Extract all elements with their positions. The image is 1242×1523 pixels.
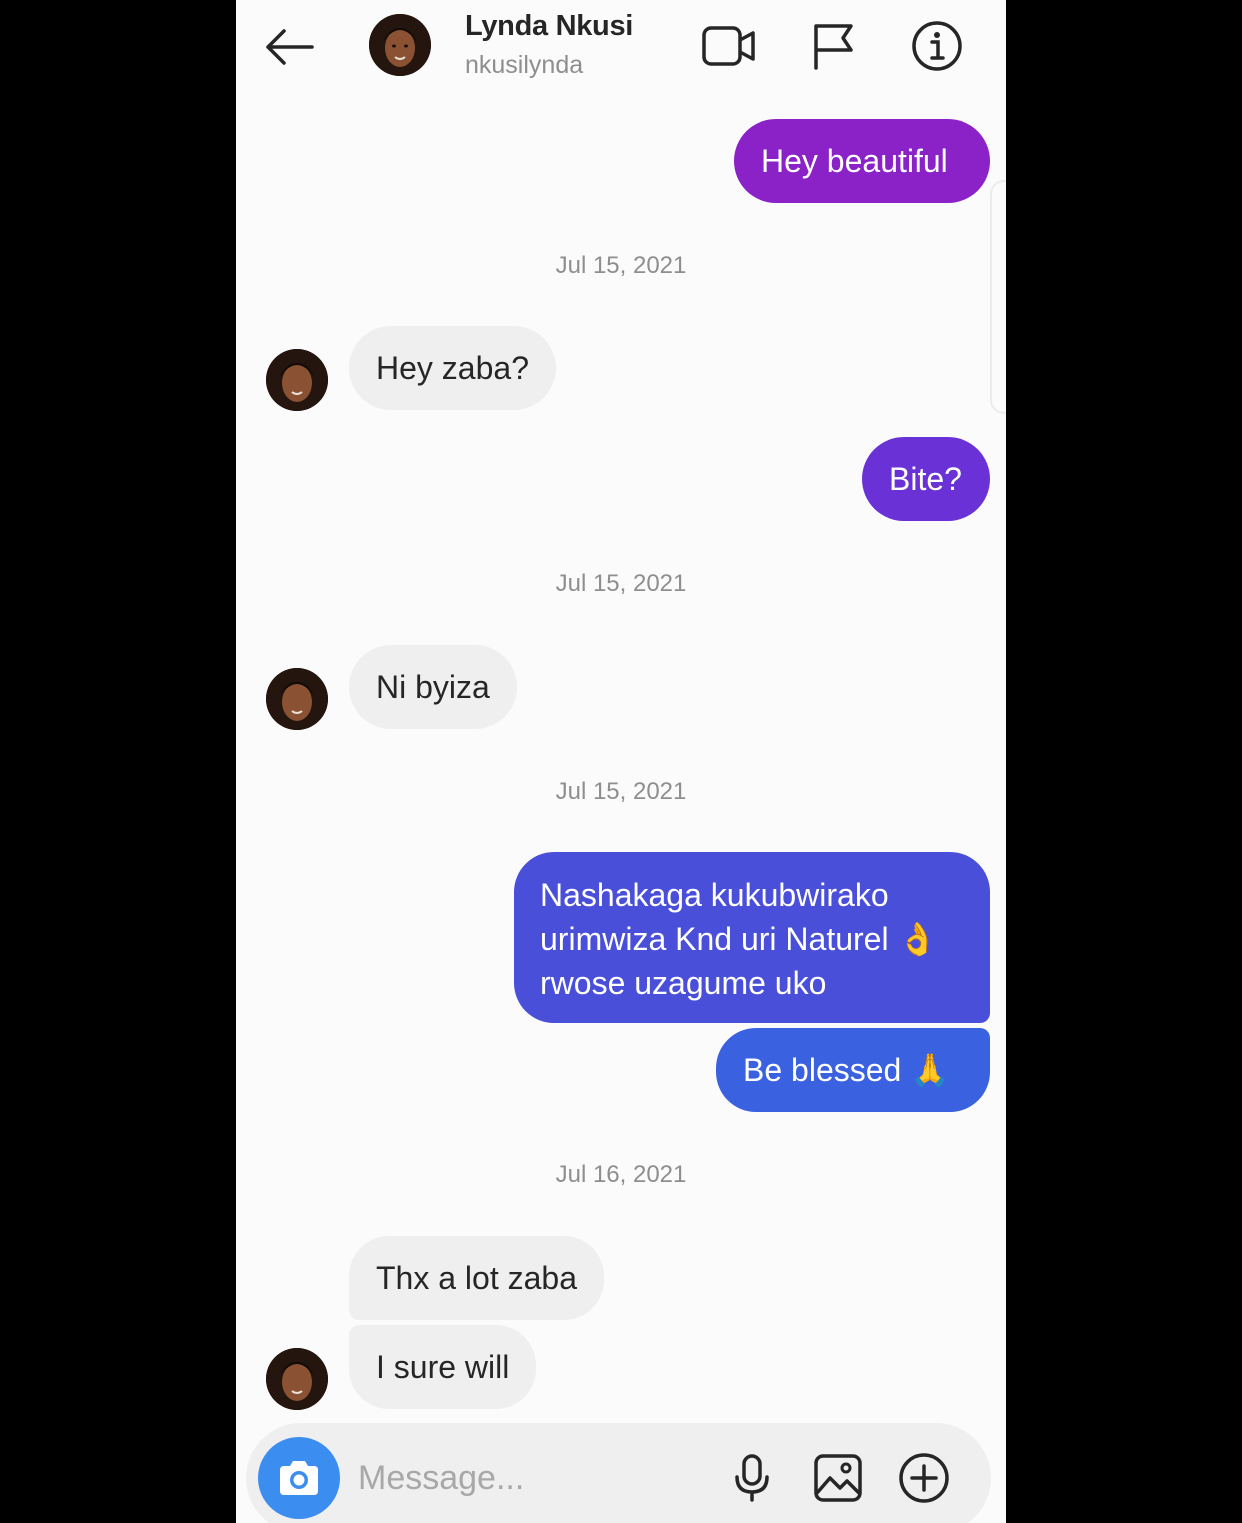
camera-icon [280, 1461, 318, 1495]
contact-name[interactable]: Lynda Nkusi [465, 10, 633, 43]
message-line: rwose uzagume uko [540, 965, 827, 1001]
contact-avatar[interactable] [369, 14, 431, 76]
sender-avatar[interactable] [266, 668, 328, 730]
timestamp: Jul 15, 2021 [555, 252, 687, 279]
chat-header: Lynda Nkusi nkusilynda [236, 0, 1006, 95]
flag-icon [814, 24, 853, 70]
sender-avatar[interactable] [266, 349, 328, 411]
gallery-button[interactable] [810, 1450, 866, 1506]
timestamp: Jul 16, 2021 [555, 1161, 687, 1188]
outgoing-message[interactable]: Be blessed 🙏 [716, 1028, 990, 1112]
timestamp: Jul 15, 2021 [555, 570, 687, 597]
incoming-message[interactable]: Ni byiza [349, 645, 517, 729]
gallery-icon [814, 1454, 862, 1502]
message-line: Nashakaga kukubwirako [540, 877, 889, 913]
incoming-message[interactable]: Thx a lot zaba [349, 1236, 604, 1320]
timestamp: Jul 15, 2021 [555, 778, 687, 805]
info-icon [912, 21, 962, 71]
video-call-button[interactable] [700, 18, 758, 74]
plus-circle-icon [899, 1453, 949, 1503]
microphone-icon [735, 1454, 769, 1502]
contact-username[interactable]: nkusilynda [465, 51, 583, 80]
message-line: urimwiza Knd uri Naturel 👌 [540, 921, 938, 957]
voice-message-button[interactable] [724, 1450, 780, 1506]
outgoing-message[interactable]: Bite? [862, 437, 990, 521]
video-icon [702, 26, 755, 66]
outgoing-message[interactable]: Hey beautiful [734, 119, 990, 203]
incoming-message[interactable]: I sure will [349, 1325, 537, 1409]
back-button[interactable] [258, 22, 318, 72]
outgoing-message[interactable]: Nashakaga kukubwirako urimwiza Knd uri N… [514, 852, 990, 1023]
chat-screen: Lynda Nkusi nkusilynda Hey beautiful Jul… [236, 0, 1006, 1523]
scroll-indicator[interactable] [990, 180, 1006, 414]
incoming-message[interactable]: Hey zaba? [349, 326, 556, 410]
more-options-button[interactable] [896, 1450, 952, 1506]
report-button[interactable] [804, 18, 862, 74]
camera-button[interactable] [258, 1437, 340, 1519]
message-input[interactable] [358, 1453, 698, 1503]
message-composer [246, 1423, 991, 1523]
arrow-left-icon [266, 29, 314, 65]
info-button[interactable] [908, 18, 966, 74]
sender-avatar[interactable] [266, 1348, 328, 1410]
